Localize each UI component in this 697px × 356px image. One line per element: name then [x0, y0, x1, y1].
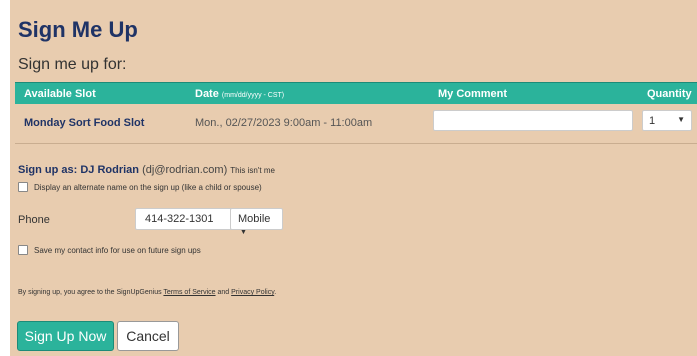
- signup-as-line: Sign up as: DJ Rodrian (dj@rodrian.com) …: [18, 164, 275, 176]
- quantity-value: 1: [649, 115, 656, 127]
- signup-as-name: DJ Rodrian: [80, 164, 140, 176]
- header-date-label: Date: [195, 88, 219, 100]
- caret-down-icon: ▼: [240, 229, 247, 236]
- signup-form: Sign Me Up Sign me up for: Available Slo…: [10, 0, 697, 356]
- sign-up-now-button[interactable]: Sign Up Now: [17, 321, 114, 351]
- phone-type-select[interactable]: Mobile ▼: [230, 208, 283, 236]
- slot-name: Monday Sort Food Slot: [24, 117, 145, 129]
- terms-suffix: .: [274, 289, 277, 296]
- save-contact-option[interactable]: Save my contact info for use on future s…: [18, 245, 201, 255]
- not-me-link[interactable]: This isn't me: [230, 166, 275, 175]
- header-date-hint: (mm/dd/yyyy - CST): [221, 92, 285, 99]
- slot-date: Mon., 02/27/2023 9:00am - 11:00am: [195, 117, 373, 129]
- phone-type-value: Mobile: [238, 213, 271, 225]
- quantity-select[interactable]: 1 ▼: [642, 110, 692, 131]
- header-quantity: Quantity: [647, 88, 692, 100]
- caret-down-icon: ▼: [677, 115, 685, 124]
- cancel-button[interactable]: Cancel: [117, 321, 179, 351]
- terms-notice: By signing up, you agree to the SignUpGe…: [18, 289, 276, 296]
- signup-as-label: Sign up as:: [18, 164, 78, 176]
- signup-as-email: (dj@rodrian.com): [142, 164, 228, 176]
- terms-and: and: [217, 289, 230, 296]
- page-subtitle: Sign me up for:: [18, 56, 127, 73]
- left-frame-edge: [0, 0, 10, 356]
- terms-of-service-link[interactable]: Terms of Service: [163, 289, 215, 296]
- alternate-name-checkbox[interactable]: [18, 182, 28, 192]
- phone-input[interactable]: 414-322-1301: [135, 208, 233, 230]
- alternate-name-label: Display an alternate name on the sign up…: [34, 182, 262, 192]
- phone-label: Phone: [18, 214, 50, 226]
- save-contact-checkbox[interactable]: [18, 245, 28, 255]
- header-date: Date (mm/dd/yyyy - CST): [195, 88, 284, 100]
- my-comment-input[interactable]: [433, 110, 633, 131]
- alternate-name-option[interactable]: Display an alternate name on the sign up…: [18, 182, 262, 192]
- page-title: Sign Me Up: [18, 17, 138, 42]
- slots-table-header: Available Slot Date (mm/dd/yyyy - CST) M…: [15, 82, 697, 104]
- privacy-policy-link[interactable]: Privacy Policy: [231, 289, 274, 296]
- header-available-slot: Available Slot: [24, 88, 96, 100]
- terms-prefix: By signing up, you agree to the SignUpGe…: [18, 289, 162, 296]
- header-my-comment: My Comment: [438, 88, 508, 100]
- save-contact-label: Save my contact info for use on future s…: [34, 245, 201, 255]
